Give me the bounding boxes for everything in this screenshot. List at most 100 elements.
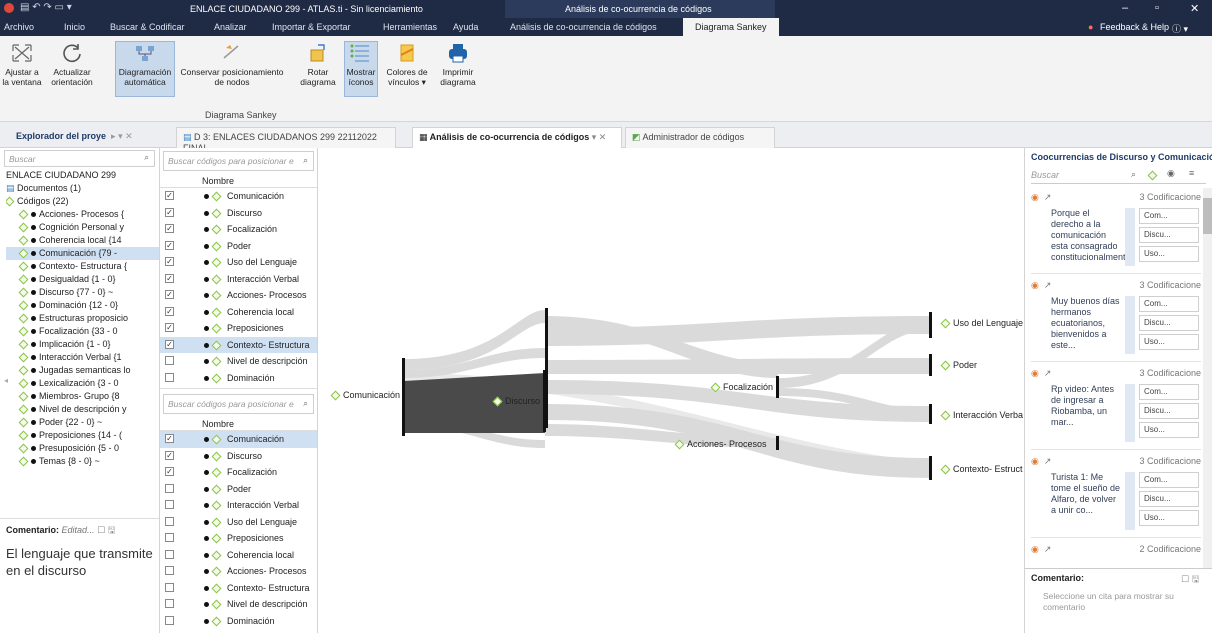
- tree-code-item[interactable]: Dominación {12 - 0}: [6, 299, 159, 312]
- row-checkbox[interactable]: [165, 533, 174, 542]
- open-icon[interactable]: ↗: [1044, 456, 1052, 466]
- node-bar-poder[interactable]: [929, 354, 932, 376]
- node-uso[interactable]: Uso del Lenguaje: [940, 318, 1023, 329]
- code-filter-icon[interactable]: [1147, 170, 1160, 181]
- code-list-row[interactable]: Dominación: [160, 370, 317, 387]
- tab-explorer[interactable]: Explorador del proye ▸ ▾ ✕: [10, 127, 150, 148]
- auto-layout-button[interactable]: Diagramación automática: [115, 41, 175, 97]
- comment-edit-icon[interactable]: ☐ 🖫: [97, 525, 115, 535]
- node-poder[interactable]: Poder: [940, 360, 977, 371]
- menu-buscar-codificar[interactable]: Buscar & Codificar: [110, 22, 185, 32]
- code-list-row[interactable]: Contexto- Estructura: [160, 580, 317, 597]
- quote-card[interactable]: ◉ ↗ 3 Codificacione Muy buenos días herman…: [1031, 276, 1201, 362]
- quote-card[interactable]: ◉ ↗ 2 Codificacione: [1031, 540, 1201, 568]
- code-tag[interactable]: Discu...: [1139, 491, 1199, 507]
- code-tag[interactable]: Com...: [1139, 472, 1199, 488]
- row-checkbox[interactable]: [165, 582, 174, 592]
- node-comunicacion[interactable]: Comunicación: [330, 390, 400, 401]
- code-list-row[interactable]: ✓ Focalización: [160, 221, 317, 238]
- code-list-row[interactable]: ✓ Poder: [160, 238, 317, 255]
- tree-code-item[interactable]: Temas {8 - 0} ~: [6, 455, 159, 468]
- code-tag[interactable]: Discu...: [1139, 403, 1199, 419]
- bottom-list-search-input[interactable]: Buscar códigos para posicionar e ⌕: [163, 394, 314, 414]
- quote-card[interactable]: ◉ ↗ 3 Codificacione Turista 1: Me tome el …: [1031, 452, 1201, 538]
- code-tag[interactable]: Uso...: [1139, 510, 1199, 526]
- collapse-arrow-icon[interactable]: ◂: [4, 376, 8, 385]
- row-checkbox[interactable]: ✓: [165, 191, 174, 200]
- node-discurso[interactable]: Discurso: [492, 396, 540, 407]
- tab-document[interactable]: ▤ D 3: ENLACES CIUDADANOS 299 22112022 F…: [176, 127, 396, 153]
- code-tag[interactable]: Com...: [1139, 384, 1199, 400]
- code-list-row[interactable]: ✓ Uso del Lenguaje: [160, 254, 317, 271]
- node-acciones[interactable]: Acciones- Procesos: [674, 439, 767, 450]
- tree-code-item[interactable]: Miembros- Grupo {8: [6, 390, 159, 403]
- menu-ayuda[interactable]: Ayuda: [453, 22, 478, 32]
- top-list-search-input[interactable]: Buscar códigos para posicionar e ⌕: [163, 151, 314, 171]
- node-bar-contexto[interactable]: [929, 456, 932, 480]
- close-icon[interactable]: ✕: [1190, 2, 1199, 15]
- code-tag[interactable]: Com...: [1139, 296, 1199, 312]
- sankey-canvas[interactable]: Comunicación Discurso Focalización Accio…: [318, 148, 1024, 633]
- code-list-row[interactable]: ✓ Contexto- Estructura: [160, 336, 317, 353]
- node-bar-uso[interactable]: [929, 312, 932, 338]
- right-search-input[interactable]: Buscar ⌕ ◉ ≡: [1031, 166, 1206, 184]
- eye-icon[interactable]: ◉: [1167, 168, 1175, 179]
- tree-code-item[interactable]: Lexicalización {3 - 0: [6, 377, 159, 390]
- node-contexto[interactable]: Contexto- Estruct: [940, 464, 1023, 475]
- print-diagram-button[interactable]: Imprimir diagrama: [436, 42, 480, 87]
- row-checkbox[interactable]: ✓: [165, 434, 174, 443]
- open-icon[interactable]: ↗: [1044, 544, 1052, 554]
- code-list-row[interactable]: ✓ Focalización: [160, 464, 317, 481]
- code-list-row[interactable]: Interacción Verbal: [160, 497, 317, 514]
- row-checkbox[interactable]: [165, 599, 174, 608]
- fit-window-button[interactable]: Ajustar a la ventana: [2, 42, 42, 87]
- tree-code-item[interactable]: Implicación {1 - 0}: [6, 338, 159, 351]
- cards-scrollbar[interactable]: [1203, 188, 1212, 568]
- node-bar-discurso-out[interactable]: [545, 308, 548, 428]
- tab-diagrama-sankey[interactable]: Diagrama Sankey: [683, 18, 779, 36]
- code-list-row[interactable]: ✓ Comunicación: [160, 188, 317, 205]
- tree-codes[interactable]: Códigos (22): [6, 195, 159, 208]
- row-checkbox[interactable]: [165, 483, 174, 493]
- row-checkbox[interactable]: ✓: [165, 306, 174, 316]
- explorer-search-input[interactable]: Buscar ⌕: [4, 150, 155, 167]
- feedback-help[interactable]: Feedback & Help: [1100, 22, 1169, 32]
- link-colors-button[interactable]: Colores de vínculos ▾: [382, 42, 432, 87]
- code-list-row[interactable]: Nivel de descripción: [160, 596, 317, 613]
- cards-scroll-thumb[interactable]: [1203, 198, 1212, 234]
- code-tag[interactable]: Uso...: [1139, 422, 1199, 438]
- code-tag[interactable]: Com...: [1139, 208, 1199, 224]
- help-icon[interactable]: ⓘ ▾: [1172, 22, 1188, 35]
- menu-analizar[interactable]: Analizar: [214, 22, 247, 32]
- comment-expand-icon[interactable]: ☐ 🖫: [1181, 572, 1199, 588]
- tree-code-item[interactable]: Nivel de descripción y: [6, 403, 159, 416]
- menu-archivo[interactable]: Archivo: [4, 22, 34, 32]
- tree-code-item[interactable]: Cognición Personal y: [6, 221, 159, 234]
- tab-explorer-controls-icon[interactable]: ▸ ▾ ✕: [109, 131, 133, 141]
- tree-code-item[interactable]: Poder {22 - 0} ~: [6, 416, 159, 429]
- code-list-row[interactable]: ✓ Preposiciones: [160, 320, 317, 337]
- code-tag[interactable]: Uso...: [1139, 246, 1199, 262]
- show-icons-button[interactable]: Mostrar íconos: [344, 41, 378, 97]
- node-bar-acciones[interactable]: [776, 436, 779, 450]
- row-checkbox[interactable]: ✓: [165, 224, 174, 233]
- tree-code-item[interactable]: Estructuras proposicio: [6, 312, 159, 325]
- keep-positions-button[interactable]: Conservar posicionamiento de nodos: [180, 42, 284, 87]
- menu-icon[interactable]: ≡: [1189, 168, 1194, 178]
- tree-project[interactable]: ENLACE CIUDADANO 299: [6, 169, 159, 182]
- menu-herramientas[interactable]: Herramientas: [383, 22, 437, 32]
- code-list-row[interactable]: ✓ Discurso: [160, 205, 317, 222]
- tree-code-item[interactable]: Preposiciones {14 - (: [6, 429, 159, 442]
- node-bar-comunicacion[interactable]: [402, 358, 405, 436]
- node-interaccion[interactable]: Interacción Verba: [940, 410, 1023, 421]
- node-bar-focalizacion[interactable]: [776, 376, 779, 398]
- code-list-row[interactable]: Nivel de descripción: [160, 353, 317, 370]
- comment-text[interactable]: El lenguaje que transmite en el discurso: [0, 543, 159, 581]
- code-list-row[interactable]: Acciones- Procesos: [160, 563, 317, 580]
- row-checkbox[interactable]: [165, 566, 174, 575]
- tab-close-icon[interactable]: ▾ ✕: [592, 132, 607, 142]
- tree-code-item[interactable]: Focalización {33 - 0: [6, 325, 159, 338]
- quote-card[interactable]: ◉ ↗ 3 Codificacione Rp video: Antes de ing…: [1031, 364, 1201, 450]
- row-checkbox[interactable]: ✓: [165, 323, 174, 332]
- open-icon[interactable]: ↗: [1044, 280, 1052, 290]
